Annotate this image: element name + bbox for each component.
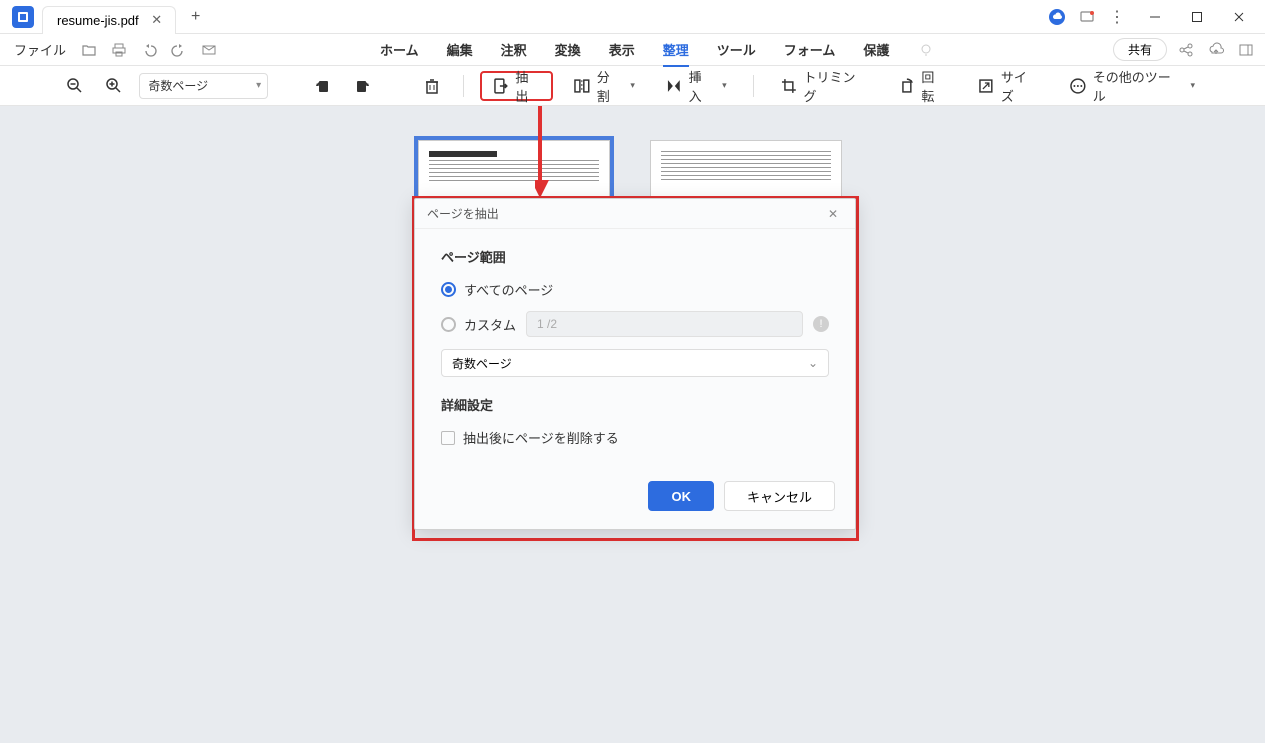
redo-icon[interactable] (166, 37, 192, 63)
cloud-upload-icon[interactable] (1205, 39, 1227, 61)
cancel-button[interactable]: キャンセル (724, 481, 835, 511)
delete-after-label: 抽出後にページを削除する (463, 428, 619, 447)
mail-icon[interactable] (196, 37, 222, 63)
title-bar: resume-jis.pdf ✕ + ⋮ (0, 0, 1265, 34)
open-icon[interactable] (76, 37, 102, 63)
trimming-label: トリミング (803, 67, 867, 105)
more-icon[interactable]: ⋮ (1105, 5, 1129, 29)
minimize-button[interactable] (1135, 2, 1175, 32)
message-icon[interactable] (1075, 5, 1099, 29)
insert-icon (665, 77, 683, 95)
radio-custom-label: カスタム (464, 315, 516, 334)
size-label: サイズ (1001, 67, 1039, 105)
advanced-section-title: 詳細設定 (441, 395, 829, 414)
app-icon (12, 6, 34, 28)
document-tab[interactable]: resume-jis.pdf ✕ (42, 6, 176, 34)
checkbox-icon (441, 431, 455, 445)
ok-button[interactable]: OK (648, 481, 714, 511)
trimming-button[interactable]: トリミング (770, 71, 878, 101)
zoom-in-icon[interactable] (100, 71, 130, 101)
rotate-label: 回転 (921, 67, 947, 105)
radio-unchecked-icon (441, 317, 456, 332)
more-horizontal-icon (1069, 77, 1087, 95)
extract-button[interactable]: 抽出 (480, 71, 553, 101)
tab-convert[interactable]: 変換 (541, 36, 595, 63)
close-tab-icon[interactable]: ✕ (149, 12, 165, 28)
extract-icon (492, 77, 510, 95)
file-menu[interactable]: ファイル (8, 40, 72, 59)
page-filter-select[interactable]: 奇数ページ (139, 73, 268, 99)
maximize-button[interactable] (1177, 2, 1217, 32)
close-window-button[interactable] (1219, 2, 1259, 32)
insert-label: 挿入 (689, 67, 715, 105)
delete-icon[interactable] (417, 71, 447, 101)
cancel-label: キャンセル (747, 487, 812, 506)
page-parity-select[interactable]: 奇数ページ (441, 349, 829, 377)
dialog-close-button[interactable]: ✕ (823, 204, 843, 224)
dialog-title: ページを抽出 (427, 205, 499, 222)
info-icon[interactable]: ! (813, 316, 829, 332)
ok-label: OK (671, 489, 691, 504)
delete-after-checkbox[interactable]: 抽出後にページを削除する (441, 428, 829, 447)
canvas-area: ページを抽出 ✕ ページ範囲 すべてのページ カスタム 1 /2 ! 奇数ページ (0, 106, 1265, 743)
organize-toolbar: 奇数ページ 抽出 分割▾ 挿入▾ トリミング 回転 サイズ その他のツール▾ (0, 66, 1265, 106)
range-placeholder: 1 /2 (537, 317, 557, 331)
tab-tool[interactable]: ツール (703, 36, 770, 63)
radio-custom[interactable]: カスタム (441, 315, 516, 334)
tab-title: resume-jis.pdf (57, 13, 139, 28)
range-section-title: ページ範囲 (441, 247, 829, 266)
size-button[interactable]: サイズ (967, 71, 1049, 101)
tab-form[interactable]: フォーム (770, 36, 850, 63)
split-icon (573, 77, 591, 95)
rotate-left-icon[interactable] (308, 71, 338, 101)
insert-button[interactable]: 挿入▾ (655, 71, 737, 101)
rotate-icon (898, 77, 916, 95)
tab-edit[interactable]: 編集 (433, 36, 487, 63)
tab-home[interactable]: ホーム (366, 36, 433, 63)
split-button[interactable]: 分割▾ (563, 71, 645, 101)
resize-icon (977, 77, 995, 95)
menu-bar: ファイル ホーム 編集 注釈 変換 表示 整理 ツール フォーム 保護 共有 (0, 34, 1265, 66)
panel-icon[interactable] (1235, 39, 1257, 61)
lightbulb-icon[interactable] (913, 37, 939, 63)
split-label: 分割 (597, 67, 623, 105)
page-filter-label: 奇数ページ (148, 77, 208, 94)
extract-pages-dialog: ページを抽出 ✕ ページ範囲 すべてのページ カスタム 1 /2 ! 奇数ページ (414, 198, 856, 530)
zoom-out-icon[interactable] (60, 71, 90, 101)
menu-tabs: ホーム 編集 注釈 変換 表示 整理 ツール フォーム 保護 (366, 36, 939, 63)
radio-checked-icon (441, 282, 456, 297)
extract-label: 抽出 (515, 67, 541, 105)
share-link-icon[interactable] (1175, 39, 1197, 61)
share-button[interactable]: 共有 (1113, 38, 1167, 61)
undo-icon[interactable] (136, 37, 162, 63)
new-tab-button[interactable]: + (182, 3, 210, 31)
radio-all-pages[interactable]: すべてのページ (441, 280, 829, 299)
other-tools-label: その他のツール (1093, 67, 1183, 105)
cloud-icon[interactable] (1045, 5, 1069, 29)
print-icon[interactable] (106, 37, 132, 63)
crop-icon (780, 77, 798, 95)
tab-organize[interactable]: 整理 (649, 36, 703, 63)
other-tools-button[interactable]: その他のツール▾ (1059, 71, 1205, 101)
custom-range-input[interactable]: 1 /2 (526, 311, 803, 337)
tab-protect[interactable]: 保護 (849, 36, 903, 63)
tab-view[interactable]: 表示 (595, 36, 649, 63)
rotate-button[interactable]: 回転 (888, 71, 957, 101)
rotate-right-icon[interactable] (348, 71, 378, 101)
tab-annotate[interactable]: 注釈 (487, 36, 541, 63)
page-parity-value: 奇数ページ (452, 355, 512, 372)
radio-all-pages-label: すべてのページ (464, 280, 553, 299)
